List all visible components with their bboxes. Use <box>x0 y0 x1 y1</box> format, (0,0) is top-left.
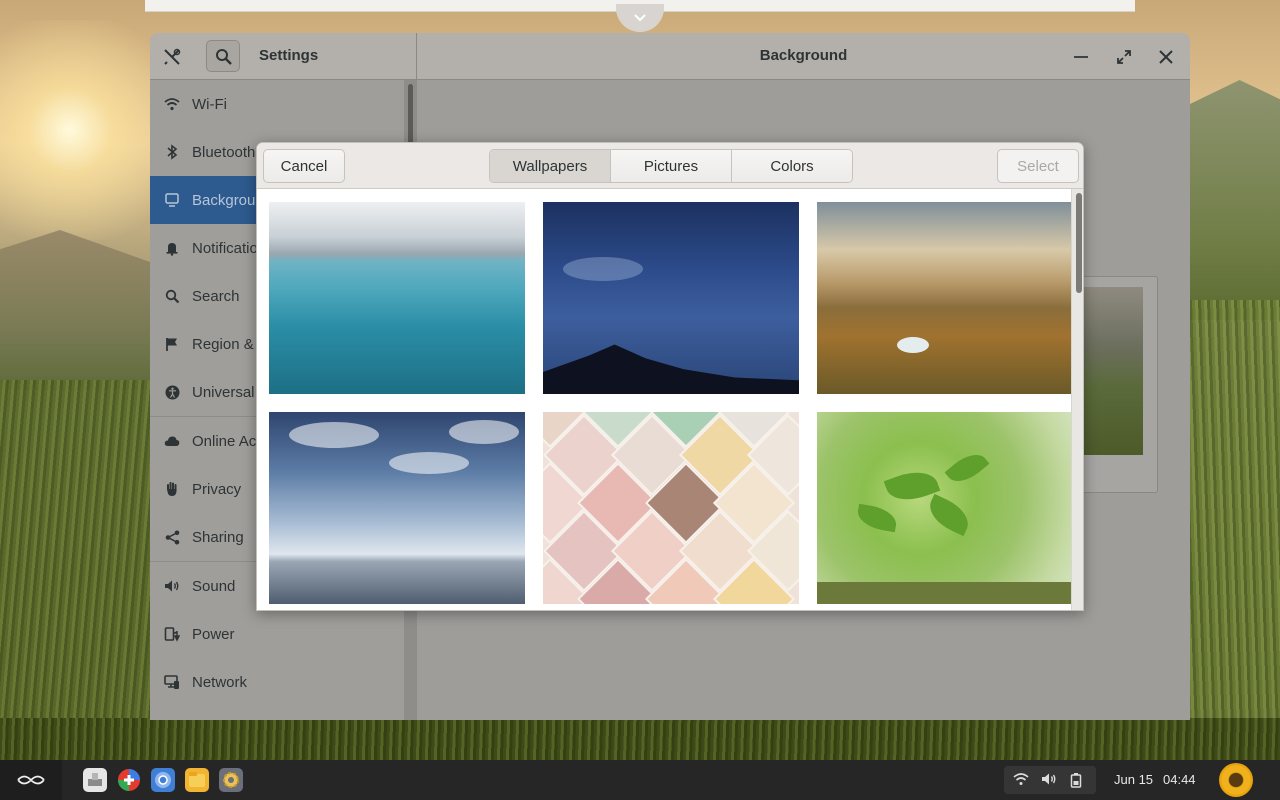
cloud-shape <box>563 257 643 281</box>
cancel-button[interactable]: Cancel <box>263 149 345 183</box>
mountain-silhouette <box>543 344 799 394</box>
launcher-icon <box>17 775 45 785</box>
sidebar-item-label: Wi-Fi <box>192 95 227 113</box>
volume-icon <box>1041 772 1057 788</box>
sidebar-item-label: Search <box>192 287 240 305</box>
wifi-icon <box>1013 772 1029 788</box>
sidebar-item-power[interactable]: Power <box>150 610 404 658</box>
tab-colors[interactable]: Colors <box>732 150 852 182</box>
headerbar-left: Settings <box>150 33 417 80</box>
close-button[interactable] <box>1154 45 1178 69</box>
user-avatar[interactable] <box>1219 763 1253 797</box>
search-button[interactable] <box>206 40 240 72</box>
sidebar-item-wifi[interactable]: Wi-Fi <box>150 80 404 128</box>
leaf-shape <box>855 503 899 533</box>
wifi-icon <box>164 96 180 112</box>
software-center-icon[interactable] <box>117 768 141 792</box>
sidebar-item-label: Sound <box>192 577 236 595</box>
sidebar-item-label: Sharing <box>192 528 244 546</box>
headerbar: Settings Background <box>150 33 1190 80</box>
grass-right <box>1190 300 1280 760</box>
wallpaper-dialog: Cancel Wallpapers Pictures Colors Select <box>256 142 1084 611</box>
sidebar-item-label: Network <box>192 673 248 691</box>
clock-date[interactable]: Jun 15 <box>1114 772 1153 787</box>
app-title: Settings <box>259 47 319 64</box>
tools-icon <box>162 47 182 67</box>
file-manager-icon[interactable] <box>185 768 209 792</box>
wallpaper-sky-ocean[interactable] <box>269 412 525 604</box>
dialog-scrollbar[interactable] <box>1071 189 1083 610</box>
chromium-icon[interactable] <box>151 768 175 792</box>
bluetooth-icon <box>164 144 180 160</box>
lake-shape <box>897 337 929 353</box>
wallpaper-night-sky[interactable] <box>543 202 799 394</box>
tab-pictures[interactable]: Pictures <box>611 150 732 182</box>
bell-icon <box>164 240 180 256</box>
sidebar-item-label: Bluetooth <box>192 143 256 161</box>
sidebar-item-network[interactable]: Network <box>150 658 404 706</box>
cloud-shape <box>449 420 519 444</box>
wallpaper-hills[interactable] <box>817 202 1073 394</box>
dialog-scrollbar-thumb[interactable] <box>1076 193 1082 293</box>
leaf-shape <box>944 446 990 490</box>
wallpaper-grid <box>257 189 1073 610</box>
files-app-icon[interactable] <box>83 768 107 792</box>
source-tabs: Wallpapers Pictures Colors <box>489 149 853 183</box>
accessibility-icon <box>164 384 180 400</box>
minimize-button[interactable] <box>1069 45 1093 69</box>
battery-icon <box>1070 772 1086 788</box>
grass-bottom <box>0 718 1280 760</box>
search-icon <box>164 288 180 304</box>
flag-icon <box>164 336 180 352</box>
hand-icon <box>164 481 180 497</box>
share-icon <box>164 529 180 545</box>
cloud-shape <box>289 422 379 448</box>
network-icon <box>164 674 180 690</box>
tab-wallpapers[interactable]: Wallpapers <box>490 150 611 182</box>
settings-app-icon[interactable] <box>219 768 243 792</box>
hills-left <box>0 230 150 390</box>
grass-left <box>0 380 150 760</box>
wallpaper-tiles[interactable] <box>543 412 799 604</box>
display-icon <box>164 192 180 208</box>
wallpaper-leaves[interactable] <box>817 412 1073 604</box>
clock-time[interactable]: 04:44 <box>1163 772 1196 787</box>
maximize-button[interactable] <box>1112 45 1136 69</box>
power-plug-icon <box>164 626 180 642</box>
branch-shape <box>817 582 1073 604</box>
leaf-shape <box>923 493 975 537</box>
launcher-button[interactable] <box>0 760 62 800</box>
speaker-icon <box>164 578 180 594</box>
dialog-header: Cancel Wallpapers Pictures Colors Select <box>257 143 1083 189</box>
system-tray[interactable] <box>1004 766 1096 794</box>
wallpaper-sea[interactable] <box>269 202 525 394</box>
cloud-icon <box>164 433 180 449</box>
search-icon <box>216 49 232 65</box>
sidebar-item-label: Privacy <box>192 480 242 498</box>
hills-right <box>1190 80 1280 320</box>
select-button[interactable]: Select <box>997 149 1079 183</box>
sidebar-item-label: Power <box>192 625 235 643</box>
cloud-shape <box>389 452 469 474</box>
taskbar: Jun 15 04:44 <box>0 760 1280 800</box>
